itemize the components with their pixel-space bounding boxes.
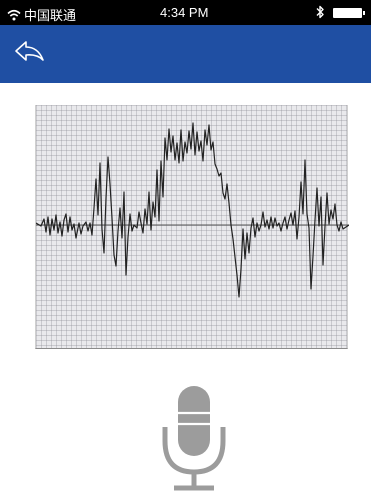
- carrier-group: 中国联通: [7, 5, 76, 24]
- status-bar: 中国联通 4:34 PM: [0, 0, 371, 25]
- bluetooth-icon: [316, 5, 324, 19]
- back-arrow-icon[interactable]: [12, 37, 46, 67]
- wifi-icon: [7, 9, 21, 20]
- status-time: 4:34 PM: [160, 5, 209, 20]
- audio-waveform-panel: [35, 105, 349, 349]
- battery-icon: [333, 8, 365, 18]
- waveform-graph: [36, 122, 349, 298]
- microphone-icon[interactable]: [157, 383, 229, 492]
- waveform-line: [36, 122, 349, 298]
- navigation-bar: [0, 25, 371, 83]
- microphone-capsule: [178, 386, 210, 456]
- carrier-name: 中国联通: [24, 8, 77, 23]
